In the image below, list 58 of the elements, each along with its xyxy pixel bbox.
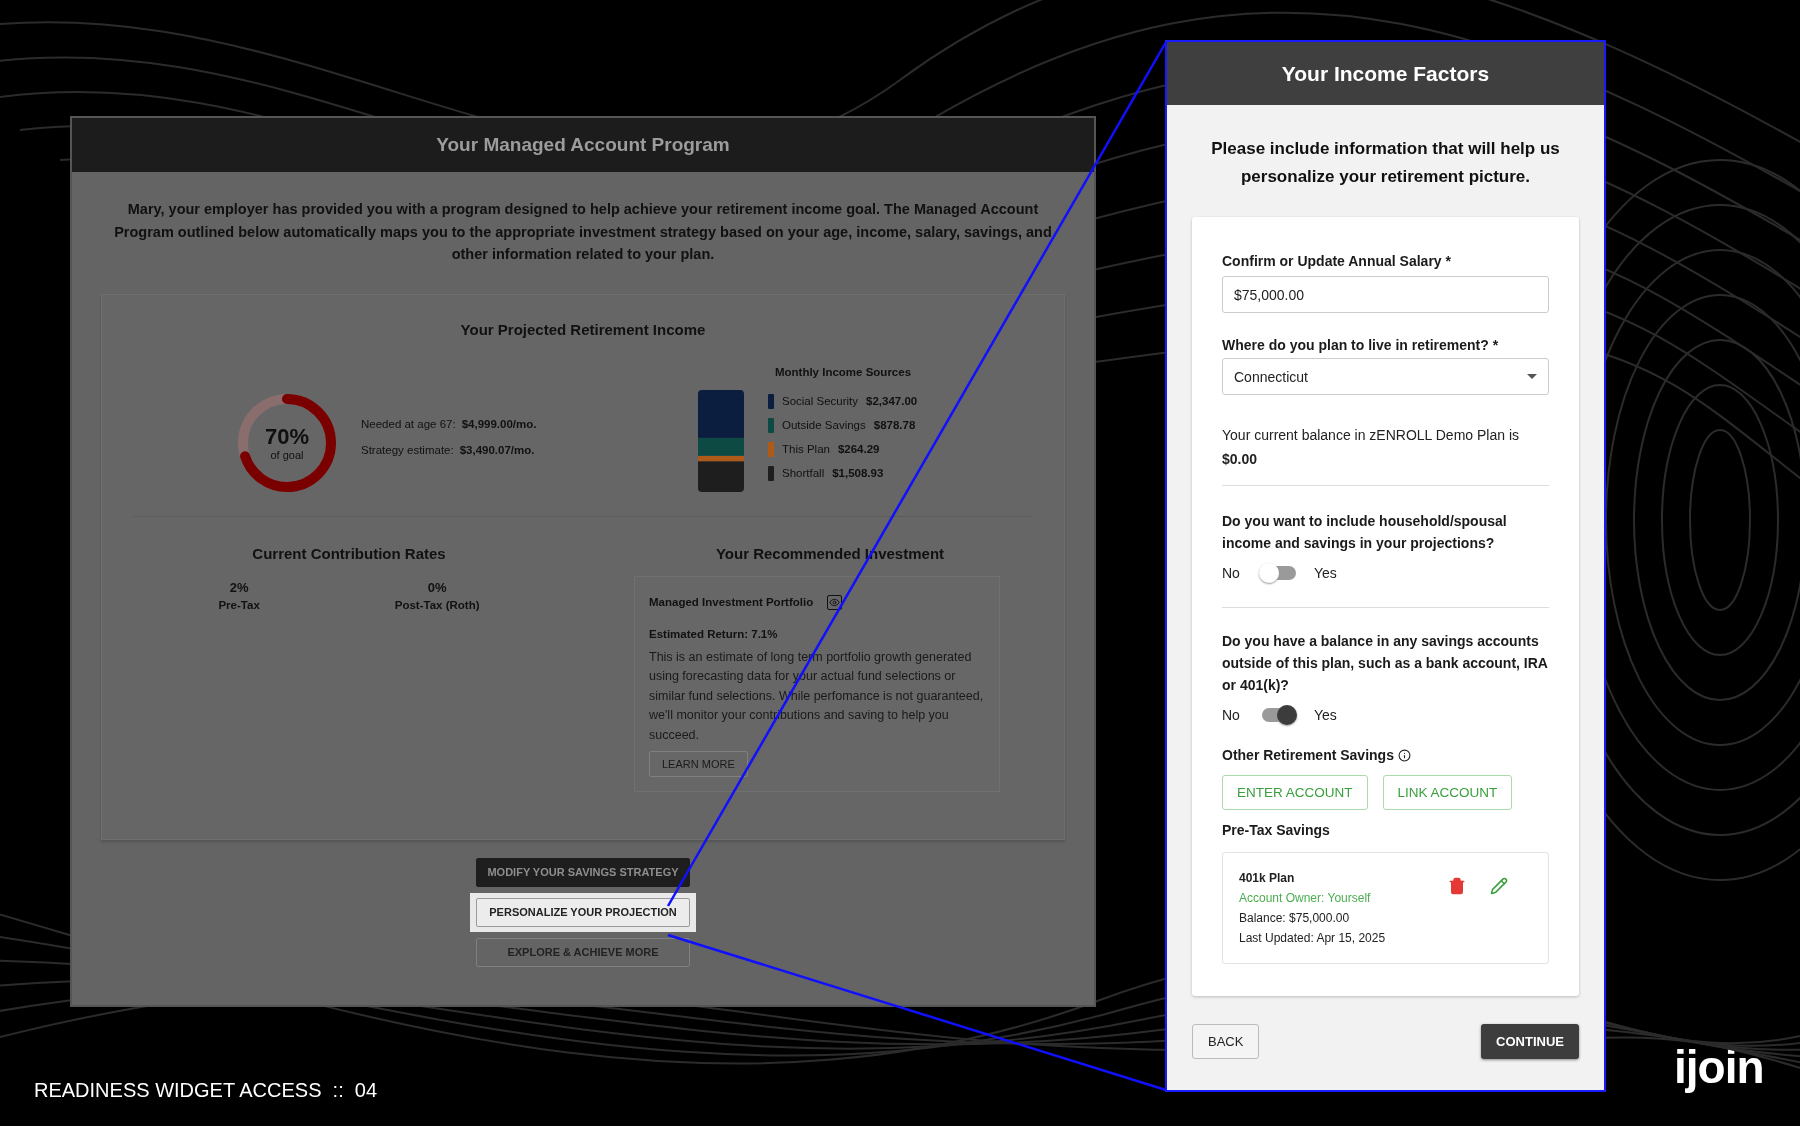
legend-amount: $878.78 [873, 419, 916, 431]
estimated-return: Estimated Return: 7.1% [649, 627, 778, 640]
toggle-switch[interactable] [1261, 566, 1296, 580]
account-balance: Balance: $75,000.00 [1239, 911, 1351, 925]
info-icon[interactable] [1397, 748, 1411, 762]
legend-amount: $2,347.00 [866, 395, 918, 407]
field-label: Confirm or Update Annual Salary * [1222, 253, 1452, 269]
rate-label: Post-Tax (Roth) [394, 598, 480, 611]
section-title: Other Retirement Savings [1222, 747, 1394, 763]
back-button[interactable]: BACK [1192, 1024, 1260, 1059]
toggle-label: No [1222, 565, 1240, 581]
toggle-label: Yes [1313, 565, 1337, 581]
account-button[interactable]: LINK ACCOUNT [1382, 775, 1513, 810]
legend-amount: $264.29 [837, 443, 880, 455]
section-title: Pre-Tax Savings [1222, 822, 1331, 838]
rate-label: Pre-Tax [218, 598, 260, 611]
field-label: Where do you plan to live in retirement? * [1222, 337, 1500, 353]
account-updated: Last Updated: Apr 15, 2025 [1239, 931, 1386, 945]
caption-text: READINESS WIDGET ACCESS :: 04 [34, 1079, 379, 1102]
stat-label: Needed at age 67: [361, 417, 456, 430]
action-button[interactable]: PERSONALIZE YOUR PROJECTION [476, 897, 690, 927]
balance-text: Your current balance in zENROLL Demo Plan is $0.00 [1222, 426, 1520, 469]
legend-amount: $1,508.93 [832, 467, 884, 479]
goal-percent: 70% [264, 424, 309, 449]
legend-label: Outside Savings [782, 419, 866, 431]
continue-button[interactable]: CONTINUE [1481, 1024, 1579, 1059]
section-title: Your Projected Retirement Income [460, 320, 706, 338]
stat-value: $4,999.00/mo. [461, 417, 537, 430]
section-title: Current Contribution Rates [252, 544, 446, 562]
toggle-label: No [1222, 707, 1240, 723]
action-button[interactable]: MODIFY YOUR SAVINGS STRATEGY [476, 857, 690, 887]
eye-icon[interactable] [827, 594, 843, 610]
account-name: 401k Plan [1239, 871, 1296, 885]
dropdown-caret-icon [1527, 374, 1537, 379]
chart-title: Monthly Income Sources [774, 365, 912, 378]
logo: ijoin [1674, 1040, 1764, 1094]
legend-label: This Plan [782, 443, 830, 455]
question-text: Do you want to include household/spousal income and savings in your projections? [1222, 512, 1508, 553]
panel-title: Your Income Factors [1167, 42, 1604, 105]
legend-label: Social Security [782, 395, 859, 407]
stat-label: Strategy estimate: [361, 443, 454, 456]
residence-select[interactable]: Connecticut [1222, 358, 1549, 395]
trash-icon[interactable] [1448, 877, 1466, 895]
legend-label: Shortfall [782, 467, 825, 479]
intro-text: Mary, your employer has provided you with a program designed to help achieve your retirement income goal. The Managed Account Program outlined below automatically maps you to the appropriate investment strategy based on your age, income, salary, savings, and other information related to your plan. [113, 200, 1053, 264]
rate-value: 2% [229, 579, 249, 595]
panel-intro: Please include information that will help us personalize your retirement picture. [1210, 138, 1561, 188]
portfolio-name: Managed Investment Portfolio [649, 596, 814, 608]
panel-title: Your Managed Account Program [72, 118, 1094, 172]
toggle-switch[interactable] [1261, 708, 1296, 722]
rate-value: 0% [427, 579, 447, 595]
toggle-label: Yes [1313, 707, 1337, 723]
account-owner: Account Owner: Yourself [1239, 891, 1372, 905]
salary-field[interactable]: $75,000.00 [1222, 276, 1549, 313]
pencil-icon[interactable] [1490, 877, 1508, 895]
stat-value: $3,490.07/mo. [459, 443, 535, 456]
goal-caption: of goal [270, 448, 304, 461]
question-text: Do you have a balance in any savings accounts outside of this plan, such as a bank account, IRA or 401(k)? [1222, 632, 1549, 695]
